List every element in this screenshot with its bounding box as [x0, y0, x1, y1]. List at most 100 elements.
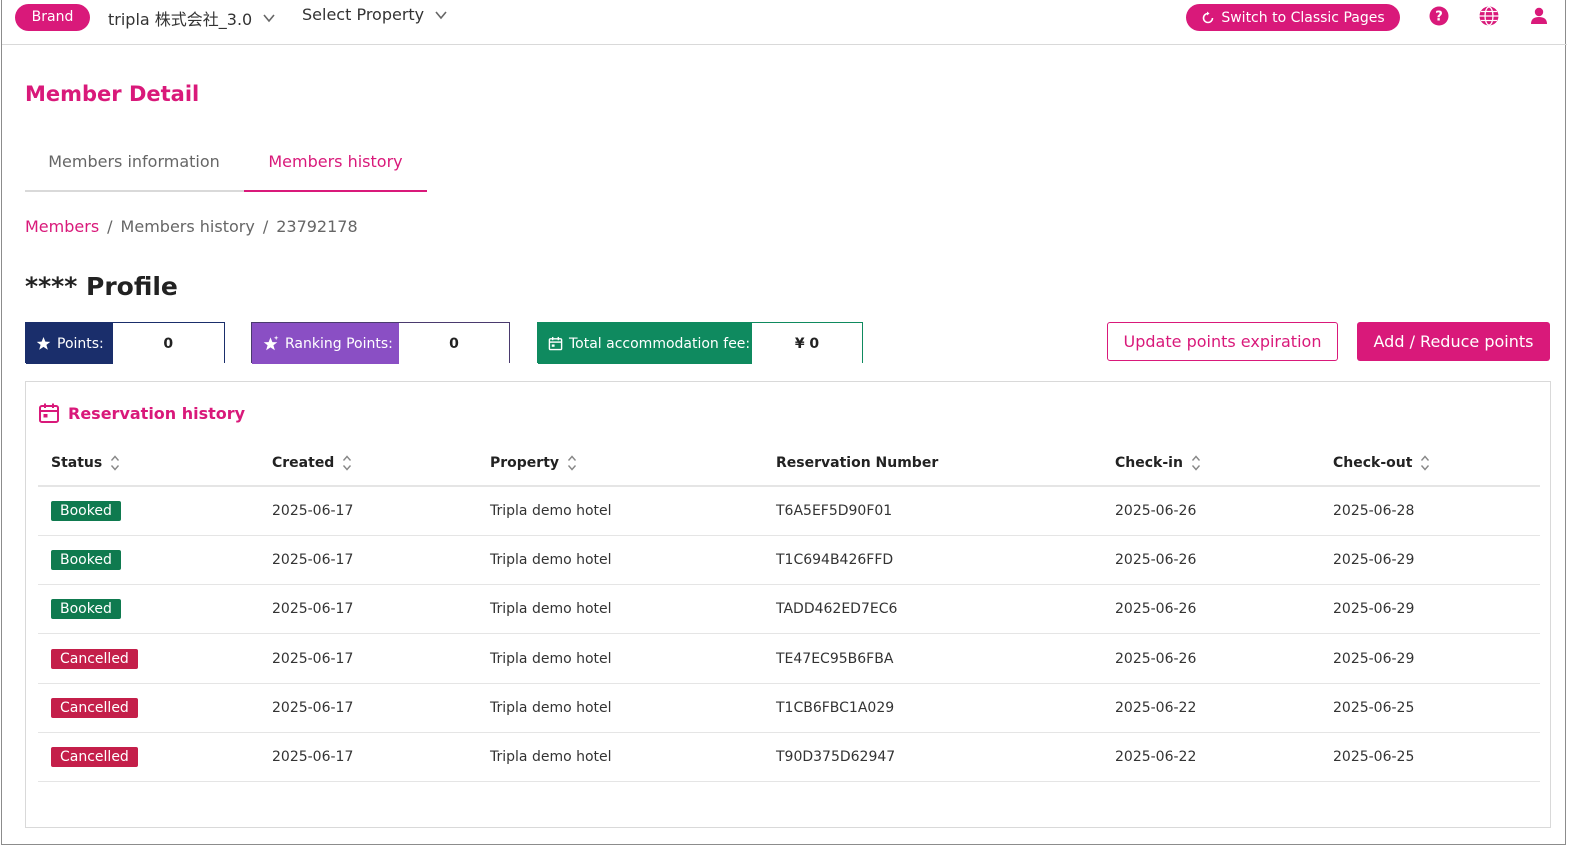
points-stat: Points: 0	[25, 322, 225, 364]
table-row[interactable]: Cancelled 2025-06-17 Tripla demo hotel T…	[38, 683, 1540, 733]
switch-classic-button[interactable]: Switch to Classic Pages	[1186, 4, 1400, 31]
sort-icon[interactable]	[342, 454, 352, 472]
calendar-icon	[548, 336, 563, 351]
fee-label-box: Total accommodation fee:	[538, 323, 752, 364]
svg-text:?: ?	[1435, 10, 1443, 25]
column-header-reservation-number: Reservation Number	[763, 440, 1102, 487]
breadcrumb-members-link[interactable]: Members	[25, 217, 99, 236]
property-cell: Tripla demo hotel	[477, 683, 763, 733]
created-cell: 2025-06-17	[259, 486, 477, 536]
sort-icon[interactable]	[1191, 454, 1201, 472]
property-cell: Tripla demo hotel	[477, 633, 763, 684]
tab-members-information[interactable]: Members information	[25, 140, 243, 192]
table-header-row: Status Created Property Reservation Numb…	[38, 440, 1540, 487]
table-row[interactable]: Booked 2025-06-17 Tripla demo hotel TADD…	[38, 584, 1540, 635]
update-points-expiration-button[interactable]: Update points expiration	[1107, 322, 1338, 361]
add-reduce-points-button[interactable]: Add / Reduce points	[1357, 322, 1550, 361]
reservation-number-cell: TADD462ED7EC6	[763, 584, 1102, 635]
breadcrumb-members-history: Members history	[120, 217, 255, 236]
status-badge: Booked	[51, 599, 121, 620]
column-header-check-out[interactable]: Check-out	[1320, 440, 1540, 487]
check-out-cell: 2025-06-28	[1320, 486, 1540, 536]
created-cell: 2025-06-17	[259, 683, 477, 733]
chevron-down-icon	[435, 10, 447, 19]
ranking-label: Ranking Points:	[285, 335, 393, 352]
reservation-number-cell: TE47EC95B6FBA	[763, 633, 1102, 684]
points-label-box: Points:	[26, 323, 113, 364]
column-header-property[interactable]: Property	[477, 440, 763, 487]
company-selector[interactable]: tripla 株式会社_3.0	[108, 6, 276, 30]
check-in-cell: 2025-06-22	[1102, 683, 1320, 733]
chevron-down-icon	[263, 14, 275, 23]
check-in-cell: 2025-06-26	[1102, 633, 1320, 684]
tab-bar: Members information Members history	[25, 140, 427, 192]
reservation-number-cell: T6A5EF5D90F01	[763, 486, 1102, 536]
created-cell: 2025-06-17	[259, 535, 477, 586]
property-selector[interactable]: Select Property	[302, 5, 448, 24]
table-row[interactable]: Booked 2025-06-17 Tripla demo hotel T6A5…	[38, 486, 1540, 536]
globe-icon[interactable]	[1478, 5, 1500, 27]
column-label: Property	[490, 454, 560, 471]
tab-members-history[interactable]: Members history	[244, 140, 427, 192]
check-in-cell: 2025-06-26	[1102, 584, 1320, 635]
breadcrumb-separator: /	[262, 217, 269, 236]
reservation-history-card: Reservation history Status Created Prope…	[25, 381, 1551, 828]
created-cell: 2025-06-17	[259, 584, 477, 635]
sparkle-star-icon	[263, 335, 279, 351]
breadcrumb-member-id: 23792178	[276, 217, 358, 236]
column-label: Status	[51, 454, 103, 471]
status-badge: Booked	[51, 500, 121, 521]
brand-button[interactable]: Brand	[15, 4, 90, 31]
top-bar: Brand tripla 株式会社_3.0 Select Property Sw…	[2, 0, 1567, 45]
column-label: Check-in	[1115, 454, 1183, 471]
ranking-label-box: Ranking Points:	[252, 323, 399, 364]
table-row[interactable]: Cancelled 2025-06-17 Tripla demo hotel T…	[38, 732, 1540, 783]
accommodation-fee-stat: Total accommodation fee: ¥ 0	[537, 322, 863, 364]
table-row[interactable]: Booked 2025-06-17 Tripla demo hotel T1C6…	[38, 535, 1540, 586]
property-cell: Tripla demo hotel	[477, 486, 763, 536]
points-value: 0	[112, 323, 224, 364]
switch-classic-label: Switch to Classic Pages	[1221, 9, 1385, 26]
reservation-table: Status Created Property Reservation Numb…	[38, 440, 1540, 783]
column-header-check-in[interactable]: Check-in	[1102, 440, 1320, 487]
fee-value: ¥ 0	[752, 323, 862, 364]
property-cell: Tripla demo hotel	[477, 535, 763, 586]
fee-label: Total accommodation fee:	[569, 335, 751, 352]
column-header-created[interactable]: Created	[259, 440, 477, 487]
app-frame: Brand tripla 株式会社_3.0 Select Property Sw…	[1, 0, 1567, 845]
profile-title: **** Profile	[25, 272, 178, 301]
status-badge: Cancelled	[51, 648, 138, 669]
sort-icon[interactable]	[1420, 454, 1430, 472]
check-in-cell: 2025-06-26	[1102, 486, 1320, 536]
reservation-history-heading: Reservation history	[38, 402, 245, 424]
calendar-icon	[39, 403, 59, 423]
reservation-number-cell: T1C694B426FFD	[763, 535, 1102, 586]
help-icon[interactable]: ?	[1428, 5, 1450, 27]
column-label: Created	[272, 454, 335, 471]
page-title: Member Detail	[25, 82, 200, 106]
user-icon[interactable]	[1528, 5, 1550, 27]
check-in-cell: 2025-06-26	[1102, 535, 1320, 586]
column-header-status[interactable]: Status	[38, 440, 259, 487]
ranking-value: 0	[399, 323, 509, 364]
check-out-cell: 2025-06-29	[1320, 535, 1540, 586]
reservation-number-cell: T1CB6FBC1A029	[763, 683, 1102, 733]
created-cell: 2025-06-17	[259, 633, 477, 684]
reservation-history-title: Reservation history	[68, 403, 246, 423]
table-row[interactable]: Cancelled 2025-06-17 Tripla demo hotel T…	[38, 633, 1540, 684]
breadcrumb-separator: /	[107, 217, 113, 236]
sort-icon[interactable]	[567, 454, 577, 472]
status-badge: Cancelled	[51, 747, 138, 768]
created-cell: 2025-06-17	[259, 732, 477, 783]
property-cell: Tripla demo hotel	[477, 732, 763, 783]
reservation-number-cell: T90D375D62947	[763, 732, 1102, 783]
column-label: Reservation Number	[776, 454, 939, 471]
status-badge: Booked	[51, 549, 121, 570]
check-out-cell: 2025-06-25	[1320, 683, 1540, 733]
check-out-cell: 2025-06-29	[1320, 584, 1540, 635]
sort-icon[interactable]	[110, 454, 120, 472]
ranking-points-stat: Ranking Points: 0	[251, 322, 510, 364]
status-badge: Cancelled	[51, 697, 138, 718]
property-select-label: Select Property	[302, 5, 425, 24]
breadcrumb: Members / Members history / 23792178	[25, 217, 358, 236]
